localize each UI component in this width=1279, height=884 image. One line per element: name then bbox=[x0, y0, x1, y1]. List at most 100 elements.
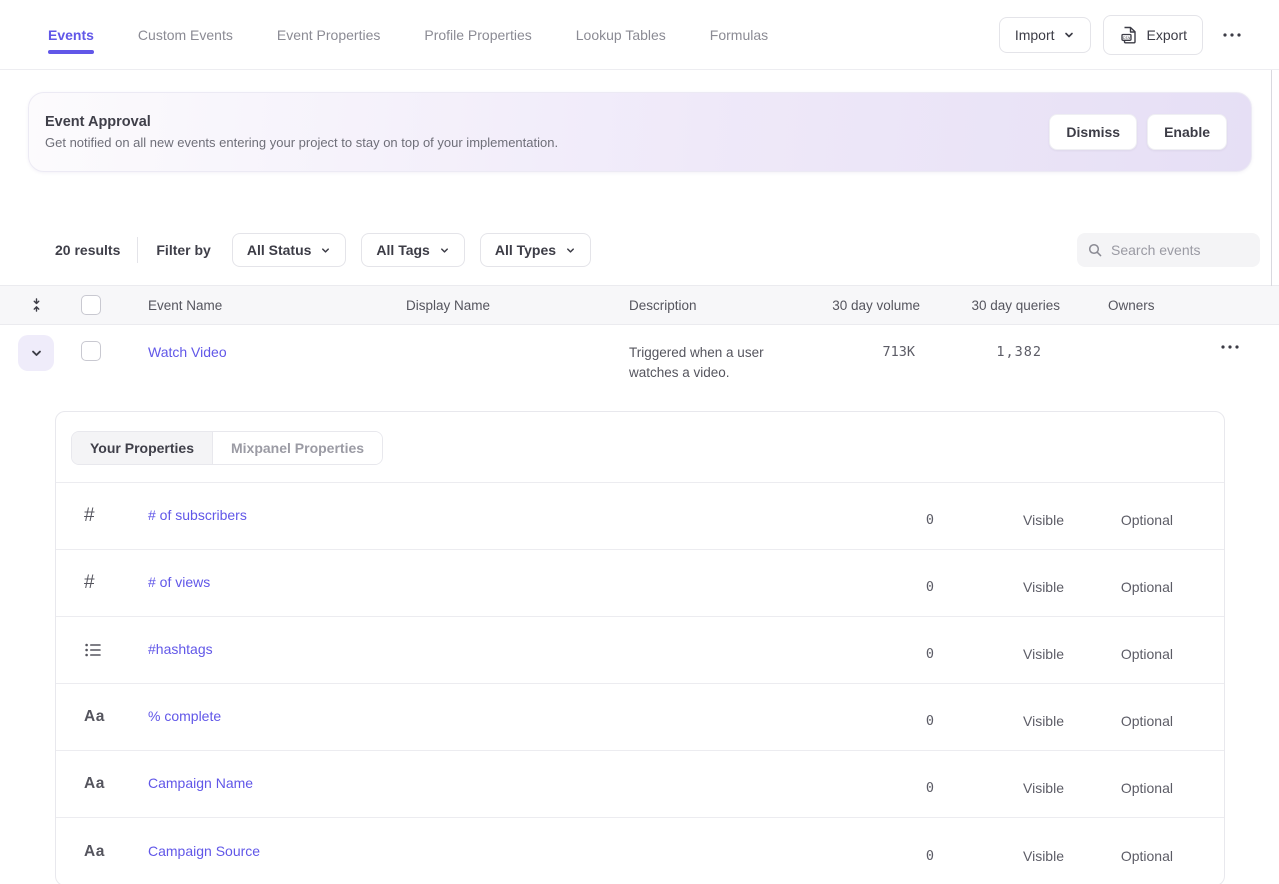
property-name-link[interactable]: # of subscribers bbox=[148, 507, 247, 523]
results-count: 20 results bbox=[55, 242, 120, 258]
chevron-down-icon bbox=[320, 245, 331, 256]
number-type-icon: # bbox=[84, 505, 95, 527]
status-filter-dropdown[interactable]: All Status bbox=[232, 233, 347, 267]
import-button[interactable]: Import bbox=[999, 17, 1091, 53]
top-navigation: Events Custom Events Event Properties Pr… bbox=[0, 0, 1279, 70]
property-name-link[interactable]: Campaign Name bbox=[148, 775, 253, 791]
property-requirement: Optional bbox=[1064, 713, 1173, 729]
import-button-label: Import bbox=[1015, 27, 1055, 43]
collapse-all-button[interactable] bbox=[27, 295, 46, 315]
property-name-link[interactable]: % complete bbox=[148, 708, 221, 724]
banner-text: Event Approval Get notified on all new e… bbox=[45, 114, 558, 150]
collapse-rows-icon bbox=[29, 297, 44, 313]
tags-filter-label: All Tags bbox=[376, 242, 429, 258]
tab-lookup-tables[interactable]: Lookup Tables bbox=[576, 0, 666, 69]
search-input[interactable] bbox=[1111, 242, 1250, 258]
events-table-header: Event Name Display Name Description 30 d… bbox=[0, 285, 1279, 325]
property-row: # # of views 0 Visible Optional bbox=[56, 550, 1224, 617]
column-event-name: Event Name bbox=[148, 298, 406, 313]
event-queries: 1,382 bbox=[920, 344, 1060, 360]
ellipsis-icon bbox=[1223, 33, 1241, 37]
text-type-icon: Aa bbox=[84, 708, 105, 726]
types-filter-dropdown[interactable]: All Types bbox=[480, 233, 591, 267]
properties-tabs: Your Properties Mixpanel Properties bbox=[71, 431, 383, 465]
collapse-row-button[interactable] bbox=[18, 335, 54, 371]
tab-your-properties[interactable]: Your Properties bbox=[72, 432, 212, 464]
property-queries: 0 bbox=[834, 512, 934, 528]
event-properties-panel: Your Properties Mixpanel Properties # # … bbox=[55, 411, 1225, 884]
tab-event-properties[interactable]: Event Properties bbox=[277, 0, 381, 69]
property-requirement: Optional bbox=[1064, 848, 1173, 864]
lexicon-tabs: Events Custom Events Event Properties Pr… bbox=[48, 0, 768, 69]
scroll-edge-divider bbox=[1271, 70, 1272, 286]
more-options-button[interactable] bbox=[1215, 27, 1249, 43]
enable-button[interactable]: Enable bbox=[1147, 114, 1227, 150]
svg-text:csv: csv bbox=[1122, 35, 1131, 40]
export-button[interactable]: csv Export bbox=[1103, 15, 1203, 55]
number-type-icon: # bbox=[84, 572, 95, 594]
banner-actions: Dismiss Enable bbox=[1049, 114, 1227, 150]
tab-events[interactable]: Events bbox=[48, 0, 94, 69]
export-button-label: Export bbox=[1147, 27, 1187, 43]
table-row-watch-video: Watch Video Triggered when a user watche… bbox=[0, 325, 1279, 389]
property-visibility: Visible bbox=[934, 579, 1064, 595]
column-owners: Owners bbox=[1060, 298, 1160, 313]
property-row: Aa Campaign Source 0 Visible Optional bbox=[56, 818, 1224, 884]
property-name-link[interactable]: # of views bbox=[148, 574, 210, 590]
filter-dropdowns: All Status All Tags All Types bbox=[232, 233, 591, 267]
property-queries: 0 bbox=[834, 646, 934, 662]
property-name-link[interactable]: Campaign Source bbox=[148, 843, 260, 859]
tab-mixpanel-properties[interactable]: Mixpanel Properties bbox=[212, 432, 382, 464]
filter-by-label: Filter by bbox=[156, 242, 210, 258]
csv-file-icon: csv bbox=[1119, 25, 1139, 45]
event-description: Triggered when a user watches a video. bbox=[629, 343, 821, 383]
property-queries: 0 bbox=[834, 780, 934, 796]
text-type-icon: Aa bbox=[84, 775, 105, 793]
select-all-checkbox[interactable] bbox=[81, 295, 101, 315]
search-box bbox=[1077, 233, 1260, 267]
property-name-link[interactable]: #hashtags bbox=[148, 641, 213, 657]
property-row: Aa Campaign Name 0 Visible Optional bbox=[56, 751, 1224, 818]
top-nav-actions: Import csv Export bbox=[999, 15, 1249, 55]
column-display-name: Display Name bbox=[406, 298, 629, 313]
tab-custom-events[interactable]: Custom Events bbox=[138, 0, 233, 69]
ellipsis-icon bbox=[1221, 345, 1239, 349]
property-queries: 0 bbox=[834, 713, 934, 729]
property-visibility: Visible bbox=[934, 848, 1064, 864]
chevron-down-icon bbox=[565, 245, 576, 256]
banner-subtitle: Get notified on all new events entering … bbox=[45, 135, 558, 150]
column-description: Description bbox=[629, 298, 821, 313]
row-more-options-button[interactable] bbox=[1215, 339, 1245, 355]
tab-profile-properties[interactable]: Profile Properties bbox=[424, 0, 531, 69]
property-requirement: Optional bbox=[1064, 579, 1173, 595]
property-row: #hashtags 0 Visible Optional bbox=[56, 617, 1224, 684]
property-visibility: Visible bbox=[934, 713, 1064, 729]
property-row: Aa % complete 0 Visible Optional bbox=[56, 684, 1224, 751]
property-row: # # of subscribers 0 Visible Optional bbox=[56, 483, 1224, 550]
row-checkbox[interactable] bbox=[81, 341, 101, 361]
property-visibility: Visible bbox=[934, 512, 1064, 528]
column-queries: 30 day queries bbox=[920, 298, 1060, 313]
types-filter-label: All Types bbox=[495, 242, 556, 258]
banner-title: Event Approval bbox=[45, 114, 558, 130]
property-queries: 0 bbox=[834, 579, 934, 595]
property-visibility: Visible bbox=[934, 780, 1064, 796]
properties-tabstrip: Your Properties Mixpanel Properties bbox=[56, 412, 1224, 482]
chevron-down-icon bbox=[30, 347, 43, 360]
property-queries: 0 bbox=[834, 848, 934, 864]
chevron-down-icon bbox=[1063, 29, 1075, 41]
property-requirement: Optional bbox=[1064, 780, 1173, 796]
list-type-icon bbox=[84, 641, 102, 659]
event-volume: 713K bbox=[821, 344, 920, 360]
dismiss-button[interactable]: Dismiss bbox=[1049, 114, 1137, 150]
event-approval-banner: Event Approval Get notified on all new e… bbox=[28, 92, 1252, 172]
text-type-icon: Aa bbox=[84, 843, 105, 861]
event-name-link[interactable]: Watch Video bbox=[148, 344, 227, 360]
column-volume: 30 day volume bbox=[821, 298, 920, 313]
search-icon bbox=[1087, 242, 1103, 258]
property-visibility: Visible bbox=[934, 646, 1064, 662]
tab-formulas[interactable]: Formulas bbox=[710, 0, 768, 69]
tags-filter-dropdown[interactable]: All Tags bbox=[361, 233, 464, 267]
property-requirement: Optional bbox=[1064, 512, 1173, 528]
chevron-down-icon bbox=[439, 245, 450, 256]
